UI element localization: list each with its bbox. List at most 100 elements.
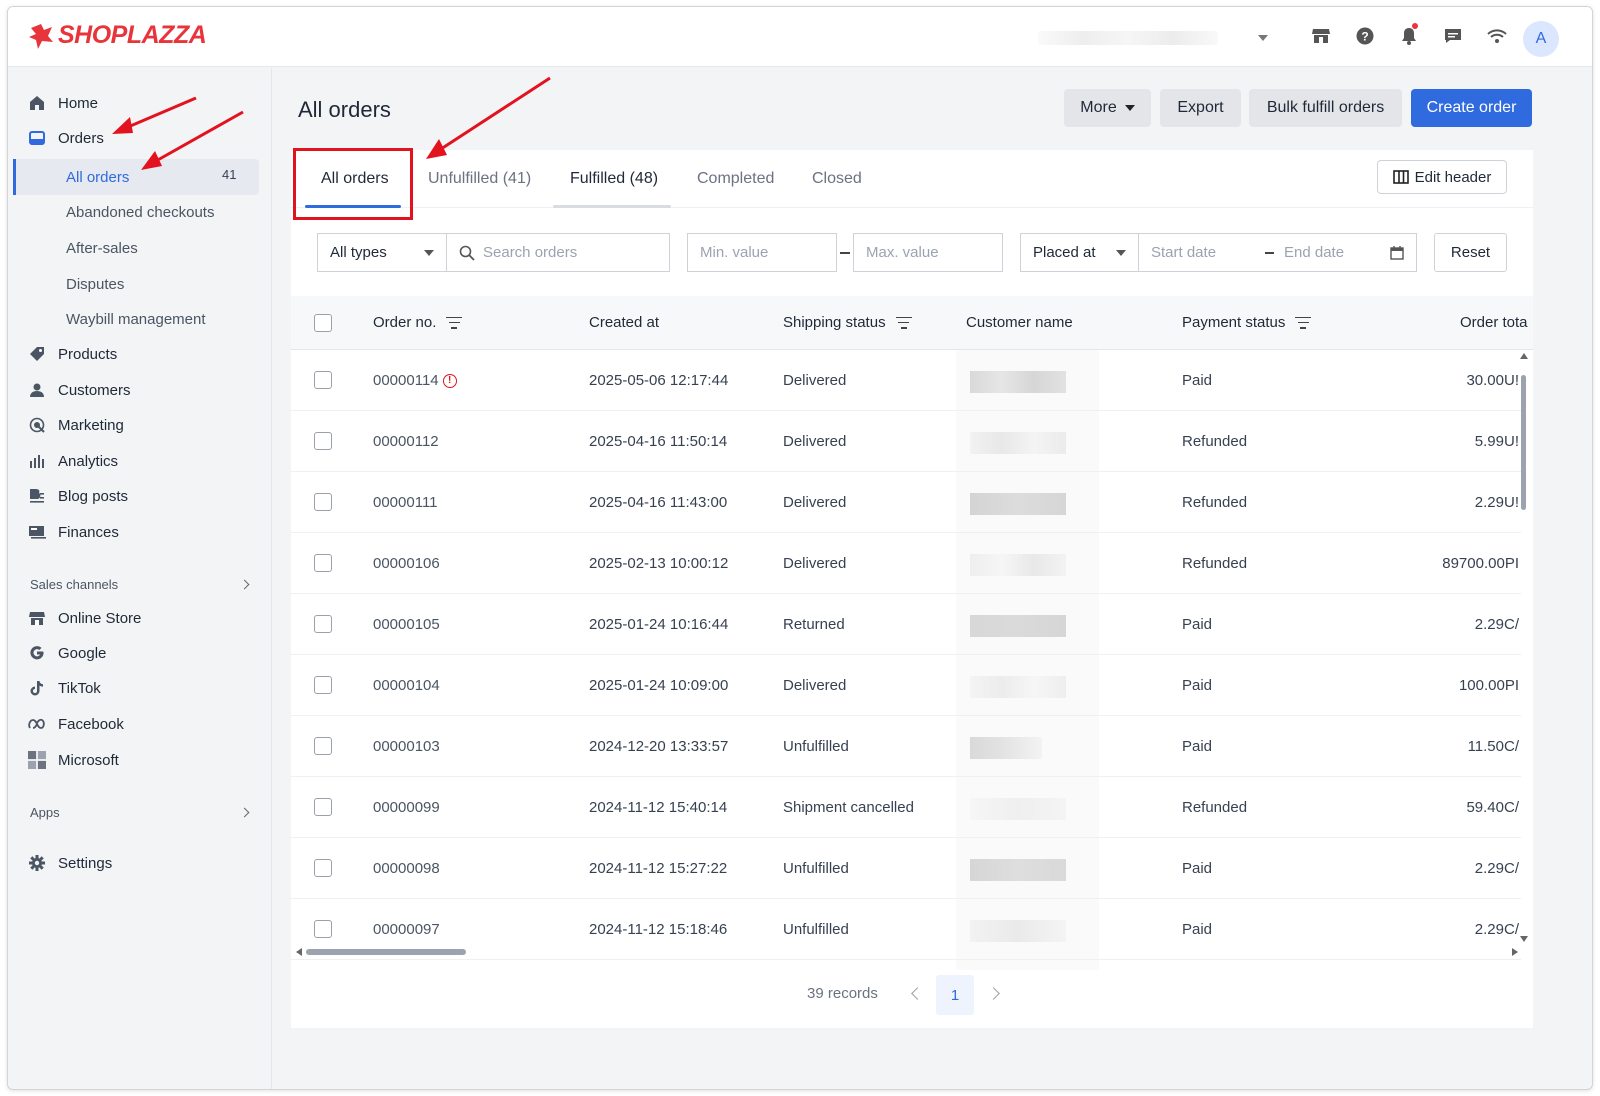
- scroll-right-arrow-icon[interactable]: [1512, 948, 1518, 956]
- created-at-cell: 2024-11-12 15:18:46: [589, 921, 728, 938]
- row-checkbox[interactable]: [314, 615, 332, 633]
- help-icon[interactable]: ?: [1352, 21, 1378, 51]
- order-number-link[interactable]: 00000112: [373, 433, 439, 450]
- order-number-link[interactable]: 00000099: [373, 799, 440, 816]
- tab-closed[interactable]: Closed: [812, 170, 862, 188]
- column-order-total[interactable]: Order tota: [1460, 314, 1528, 331]
- max-value-input[interactable]: Max. value: [853, 233, 1003, 272]
- sidebar-item-facebook[interactable]: Facebook: [28, 709, 124, 739]
- table-row[interactable]: 00000106 2025-02-13 10:00:12 Delivered Refu…: [291, 533, 1521, 594]
- order-number-link[interactable]: 00000097: [373, 921, 440, 938]
- more-button[interactable]: More: [1064, 89, 1151, 127]
- row-checkbox[interactable]: [314, 737, 332, 755]
- order-number-link[interactable]: 00000104: [373, 677, 440, 694]
- sidebar-item-online-store[interactable]: Online Store: [28, 603, 141, 633]
- column-order-no[interactable]: Order no.: [373, 314, 463, 331]
- sales-channels-section[interactable]: Sales channels: [30, 577, 250, 592]
- sidebar-item-blog-posts[interactable]: Blog posts: [28, 481, 128, 511]
- tab-completed[interactable]: Completed: [697, 170, 774, 188]
- shipping-status-cell: Delivered: [783, 372, 847, 389]
- sidebar-item-products[interactable]: Products: [28, 339, 117, 369]
- sidebar-item-finances[interactable]: Finances: [28, 517, 119, 547]
- select-all-checkbox[interactable]: [314, 314, 332, 332]
- filter-icon[interactable]: [895, 316, 912, 329]
- row-checkbox[interactable]: [314, 920, 332, 938]
- table-row[interactable]: 00000114! 2025-05-06 12:17:44 Delivered Pai…: [291, 350, 1521, 411]
- sidebar-item-google[interactable]: Google: [28, 638, 106, 668]
- order-number-link[interactable]: 00000103: [373, 738, 440, 755]
- tab-unfulfilled[interactable]: Unfulfilled (41): [428, 170, 531, 188]
- search-input[interactable]: Search orders: [446, 233, 670, 272]
- horizontal-scrollbar[interactable]: [296, 947, 1518, 957]
- date-field-select[interactable]: Placed at: [1020, 233, 1139, 272]
- alert-circle-icon[interactable]: !: [442, 373, 457, 388]
- brand-name: SHOPLAZZA: [58, 21, 207, 49]
- user-avatar[interactable]: A: [1523, 21, 1559, 57]
- sidebar-item-customers[interactable]: Customers: [28, 375, 131, 405]
- sidebar-item-analytics[interactable]: Analytics: [28, 446, 118, 476]
- horizontal-scroll-thumb[interactable]: [306, 949, 466, 955]
- order-number-link[interactable]: 00000114!: [373, 372, 457, 389]
- vertical-scroll-thumb[interactable]: [1521, 375, 1526, 510]
- table-row[interactable]: 00000105 2025-01-24 10:16:44 Returned Paid 2…: [291, 594, 1521, 655]
- row-checkbox[interactable]: [314, 371, 332, 389]
- column-customer-name[interactable]: Customer name: [966, 314, 1073, 331]
- chat-icon[interactable]: [1440, 21, 1466, 51]
- table-row[interactable]: 00000099 2024-11-12 15:40:14 Shipment canc…: [291, 777, 1521, 838]
- sidebar-item-after-sales[interactable]: After-sales: [66, 233, 138, 263]
- order-number-link[interactable]: 00000111: [373, 494, 438, 511]
- chevron-left-icon[interactable]: [911, 987, 924, 1000]
- column-created-at[interactable]: Created at: [589, 314, 659, 331]
- sidebar-item-settings[interactable]: Settings: [28, 848, 112, 878]
- row-checkbox[interactable]: [314, 554, 332, 572]
- sidebar-item-all-orders[interactable]: All orders: [66, 162, 129, 192]
- chevron-right-icon[interactable]: [987, 987, 1000, 1000]
- sidebar-item-waybill[interactable]: Waybill management: [66, 304, 206, 334]
- page-button-current[interactable]: 1: [936, 975, 974, 1015]
- table-row[interactable]: 00000103 2024-12-20 13:33:57 Unfulfilled Pa…: [291, 716, 1521, 777]
- row-checkbox[interactable]: [314, 432, 332, 450]
- scroll-left-arrow-icon[interactable]: [296, 948, 302, 956]
- apps-section[interactable]: Apps: [30, 805, 250, 820]
- reset-button[interactable]: Reset: [1434, 233, 1507, 272]
- sidebar-item-orders[interactable]: Orders: [28, 123, 104, 153]
- scroll-up-arrow-icon[interactable]: [1520, 353, 1528, 359]
- row-checkbox[interactable]: [314, 493, 332, 511]
- store-icon[interactable]: [1308, 21, 1334, 51]
- payment-status-cell: Refunded: [1182, 799, 1248, 816]
- scroll-down-arrow-icon[interactable]: [1520, 936, 1528, 942]
- table-row[interactable]: 00000098 2024-11-12 15:27:22 Unfulfilled Pa…: [291, 838, 1521, 899]
- edit-header-button[interactable]: Edit header: [1377, 160, 1507, 194]
- create-order-button[interactable]: Create order: [1411, 89, 1532, 127]
- table-row[interactable]: 00000111 2025-04-16 11:43:00 Delivered Refu…: [291, 472, 1521, 533]
- order-number-link[interactable]: 00000098: [373, 860, 440, 877]
- date-range-input[interactable]: Start date End date: [1138, 233, 1417, 272]
- sidebar-item-tiktok[interactable]: TikTok: [28, 673, 101, 703]
- column-shipping-status[interactable]: Shipping status: [783, 314, 912, 331]
- row-checkbox[interactable]: [314, 859, 332, 877]
- table-row[interactable]: 00000104 2025-01-24 10:09:00 Delivered Paid…: [291, 655, 1521, 716]
- min-value-input[interactable]: Min. value: [687, 233, 837, 272]
- column-payment-status[interactable]: Payment status: [1182, 314, 1312, 331]
- bell-icon[interactable]: [1396, 21, 1422, 51]
- shoplazza-logo[interactable]: SHOPLAZZA: [28, 21, 207, 50]
- sidebar-item-marketing[interactable]: Marketing: [28, 410, 124, 440]
- sidebar-item-abandoned-checkouts[interactable]: Abandoned checkouts: [66, 197, 214, 227]
- sidebar-item-home[interactable]: Home: [28, 88, 98, 118]
- row-checkbox[interactable]: [314, 676, 332, 694]
- order-number-link[interactable]: 00000105: [373, 616, 440, 633]
- row-checkbox[interactable]: [314, 798, 332, 816]
- type-select[interactable]: All types: [317, 233, 447, 272]
- bulk-fulfill-button[interactable]: Bulk fulfill orders: [1249, 89, 1402, 127]
- wifi-icon[interactable]: [1484, 21, 1510, 51]
- filter-icon[interactable]: [1295, 316, 1312, 329]
- sidebar-item-disputes[interactable]: Disputes: [66, 269, 124, 299]
- filter-icon[interactable]: [446, 316, 463, 329]
- table-row[interactable]: 00000112 2025-04-16 11:50:14 Delivered Refu…: [291, 411, 1521, 472]
- tab-fulfilled[interactable]: Fulfilled (48): [570, 170, 658, 188]
- sidebar-item-microsoft[interactable]: Microsoft: [28, 745, 119, 775]
- store-selector[interactable]: [1038, 25, 1268, 51]
- created-at-cell: 2024-11-12 15:40:14: [589, 799, 728, 816]
- export-button[interactable]: Export: [1160, 89, 1241, 127]
- order-number-link[interactable]: 00000106: [373, 555, 440, 572]
